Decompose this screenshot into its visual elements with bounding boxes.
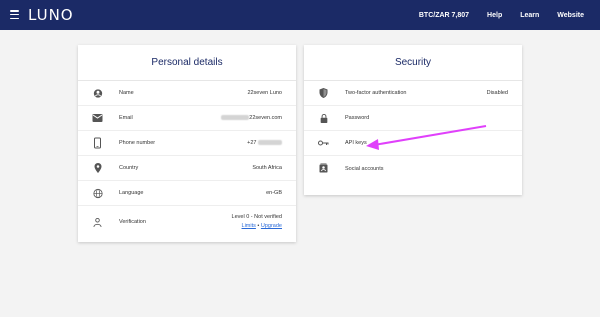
name-value: 22seven Luno xyxy=(247,90,282,96)
security-title: Security xyxy=(304,45,522,81)
verification-value-group: Level 0 - Not verified Limits • Upgrade xyxy=(232,213,282,231)
btc-zar-price-link[interactable]: BTC/ZAR 7,807 xyxy=(419,12,469,19)
lock-icon xyxy=(318,113,329,124)
phone-label: Phone number xyxy=(119,140,156,146)
email-icon xyxy=(92,113,103,124)
phone-value-wrapper: +27 xyxy=(247,140,282,146)
redacted-phone-number xyxy=(258,140,282,146)
two-factor-status: Disabled xyxy=(486,90,508,96)
password-label: Password xyxy=(345,115,370,121)
luno-logo[interactable]: LUNO xyxy=(28,6,74,24)
verification-row: Verification Level 0 - Not verified Limi… xyxy=(78,206,296,238)
two-factor-label: Two-factor authentication xyxy=(345,90,407,96)
api-keys-label: API keys xyxy=(345,140,367,146)
phone-row: Phone number +27 xyxy=(78,131,296,156)
country-value: South Africa xyxy=(252,165,282,171)
top-navigation-bar: LUNO BTC/ZAR 7,807 Help Learn Website xyxy=(0,0,600,30)
password-row[interactable]: Password xyxy=(304,106,522,131)
email-value: 22seven.com xyxy=(249,115,282,121)
verification-status: Level 0 - Not verified xyxy=(231,214,282,220)
phone-value: +27 xyxy=(247,140,257,146)
social-accounts-label: Social accounts xyxy=(345,165,384,172)
api-keys-row[interactable]: API keys xyxy=(304,131,522,156)
name-label: Name xyxy=(119,90,134,96)
email-value-wrapper: 22seven.com xyxy=(221,115,282,121)
language-row: Language en-GB xyxy=(78,181,296,206)
security-card: Security Two-factor authentication Disab… xyxy=(304,45,522,195)
upgrade-link[interactable]: Upgrade xyxy=(261,223,282,229)
location-pin-icon xyxy=(92,163,103,174)
personal-details-card: Personal details Name 22seven Luno Email… xyxy=(78,45,296,242)
account-circle-icon xyxy=(92,88,103,99)
header-nav: BTC/ZAR 7,807 Help Learn Website xyxy=(419,0,584,30)
name-row: Name 22seven Luno xyxy=(78,81,296,106)
language-value: en-GB xyxy=(266,190,282,196)
email-label: Email xyxy=(119,115,133,121)
key-icon xyxy=(318,138,329,149)
email-row: Email 22seven.com xyxy=(78,106,296,131)
learn-link[interactable]: Learn xyxy=(520,12,539,19)
phone-icon xyxy=(92,137,103,149)
language-label: Language xyxy=(119,190,144,196)
website-link[interactable]: Website xyxy=(557,12,584,19)
contact-card-icon xyxy=(318,163,329,174)
social-accounts-row[interactable]: Social accounts xyxy=(304,156,522,181)
help-link[interactable]: Help xyxy=(487,12,502,19)
limits-link[interactable]: Limits xyxy=(242,223,256,229)
two-factor-row[interactable]: Two-factor authentication Disabled xyxy=(304,81,522,106)
hamburger-menu-icon[interactable] xyxy=(10,10,19,19)
country-row: Country South Africa xyxy=(78,156,296,181)
country-label: Country xyxy=(119,165,139,171)
redacted-email-user xyxy=(221,115,250,121)
person-outline-icon xyxy=(92,217,103,228)
shield-icon xyxy=(318,88,329,99)
verification-label: Verification xyxy=(119,219,146,225)
personal-details-title: Personal details xyxy=(78,45,296,81)
globe-icon xyxy=(92,188,103,199)
